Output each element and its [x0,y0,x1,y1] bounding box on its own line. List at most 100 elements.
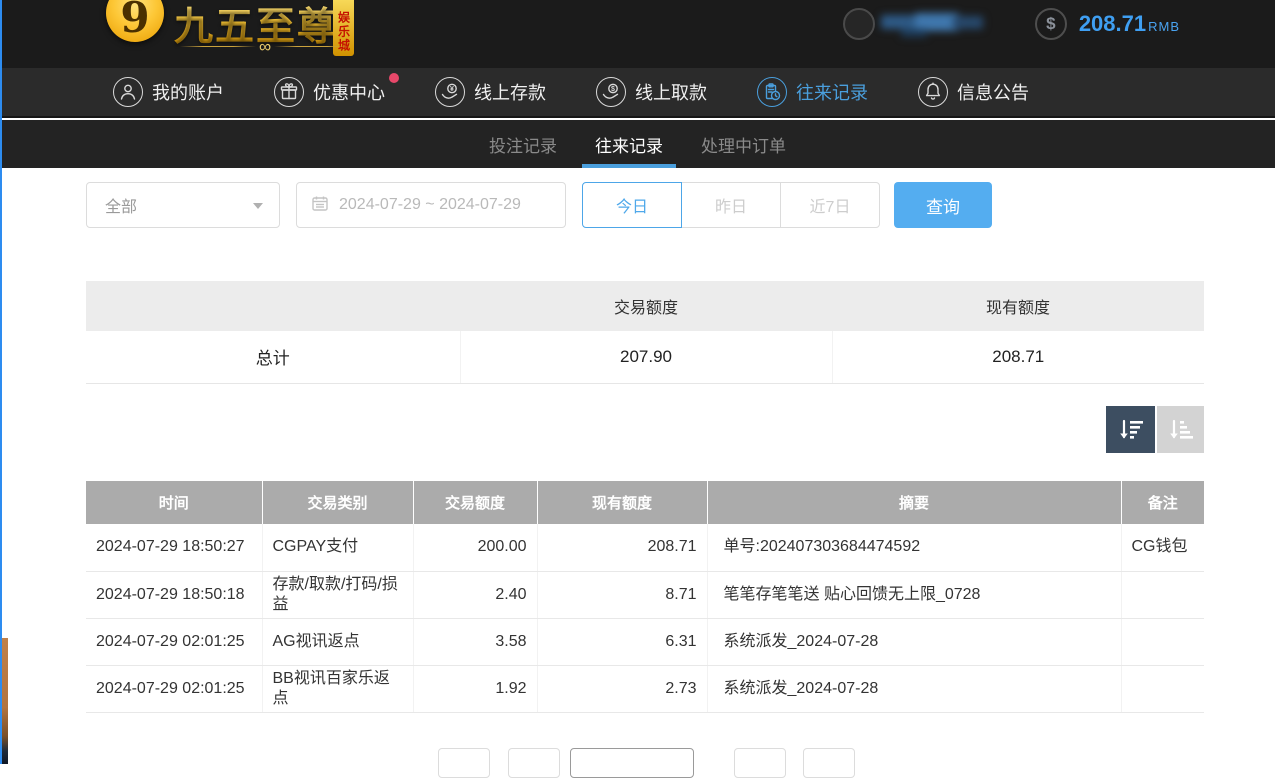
deposit-hand-coin-icon: ¥ [435,77,465,107]
nav-item-online-deposit[interactable]: ¥ 线上存款 [435,77,546,107]
cell-summary: 系统派发_2024-07-28 [707,665,1121,712]
cell-category: 存款/取款/打码/损益 [262,571,413,618]
quick-btn-yesterday[interactable]: 昨日 [681,182,781,228]
notification-dot [389,73,399,83]
calendar-icon [311,194,329,217]
sort-desc-icon [1118,418,1144,442]
cell-category: CGPAY支付 [262,524,413,571]
chevron-down-icon [253,203,263,209]
cell-balance: 2.73 [537,665,707,712]
query-button[interactable]: 查询 [894,182,992,228]
records-clipboard-icon [757,77,787,107]
nav-item-online-withdraw[interactable]: $ 线上取款 [596,77,707,107]
cell-note [1121,665,1204,712]
tab-transaction-records[interactable]: 往来记录 [595,120,663,168]
svg-text:$: $ [611,86,615,93]
nav-label: 信息公告 [957,79,1029,105]
nav-label: 线上取款 [635,79,707,105]
table-row: 2024-07-29 18:50:18 存款/取款/打码/损益 2.40 8.7… [86,571,1204,618]
summary-header-balance: 现有额度 [832,281,1204,331]
cell-category: BB视讯百家乐返点 [262,665,413,712]
subtab-bar: 投注记录 往来记录 处理中订单 [0,120,1275,168]
gift-icon [274,77,304,107]
window-edge-line [0,0,2,764]
nav-label: 往来记录 [796,79,868,105]
nav-item-announcements[interactable]: 信息公告 [918,77,1029,107]
col-summary: 摘要 [707,481,1121,524]
table-row: 2024-07-29 02:01:25 BB视讯百家乐返点 1.92 2.73 … [86,665,1204,712]
cell-amount: 2.40 [413,571,537,618]
cell-summary: 笔笔存笔笔送 贴心回馈无上限_0728 [707,571,1121,618]
quick-btn-last7days[interactable]: 近7日 [780,182,880,228]
type-select[interactable]: 全部 [86,182,280,228]
nav-label: 线上存款 [474,79,546,105]
dollar-icon: $ [1035,8,1067,40]
nav-item-my-account[interactable]: 我的账户 [113,77,224,107]
type-select-value: 全部 [105,193,137,217]
summary-total-label: 总计 [86,331,460,383]
cell-summary: 系统派发_2024-07-28 [707,618,1121,665]
pagination-first-button[interactable] [438,748,490,778]
pagination-page-select[interactable] [570,748,694,778]
pagination-last-button[interactable] [803,748,855,778]
balance-value: 208.71 [1079,11,1146,36]
cell-amount: 3.58 [413,618,537,665]
nav-item-promotions[interactable]: 优惠中心 [274,77,385,107]
cell-note: CG钱包 [1121,524,1204,571]
records-table: 时间 交易类别 交易额度 现有额度 摘要 备注 2024-07-29 18:50… [86,481,1204,713]
cell-time: 2024-07-29 02:01:25 [86,618,262,665]
cell-time: 2024-07-29 18:50:18 [86,571,262,618]
brand-flourish-icon: ∞ [180,36,350,56]
col-time: 时间 [86,481,262,524]
summary-total-row: 总计 207.90 208.71 [86,331,1204,383]
main-nav: 我的账户 优惠中心 ¥ 线上存款 $ 线上取款 往来记录 [0,68,1275,118]
sort-asc-icon [1168,418,1194,442]
nav-item-transaction-records[interactable]: 往来记录 [757,77,868,107]
date-range-input[interactable]: 2024-07-29 ~ 2024-07-29 [296,182,566,228]
cell-amount: 1.92 [413,665,537,712]
cell-balance: 208.71 [537,524,707,571]
username-redacted [881,11,985,37]
brand-emblem-glyph: 9 [120,0,149,42]
date-range-value: 2024-07-29 ~ 2024-07-29 [339,196,521,214]
sort-buttons [1106,406,1204,453]
summary-table: 交易额度 现有额度 总计 207.90 208.71 [86,281,1204,384]
cell-time: 2024-07-29 02:01:25 [86,665,262,712]
summary-total-balance: 208.71 [832,331,1204,383]
balance-area[interactable]: $ 208.71RMB [1035,8,1180,40]
quick-date-group: 今日 昨日 近7日 [582,182,880,228]
table-header-row: 时间 交易类别 交易额度 现有额度 摘要 备注 [86,481,1204,524]
tab-pending-orders[interactable]: 处理中订单 [701,120,786,168]
quick-btn-today[interactable]: 今日 [582,182,682,228]
cell-balance: 6.31 [537,618,707,665]
top-header: 9 九五至尊 娱乐城 ∞ $ 208.71RMB [0,0,1275,68]
cell-category: AG视讯返点 [262,618,413,665]
pagination-next-button[interactable] [734,748,786,778]
withdraw-hand-coin-icon: $ [596,77,626,107]
pagination-prev-button[interactable] [508,748,560,778]
user-area[interactable] [843,8,985,40]
col-category: 交易类别 [262,481,413,524]
tab-bet-records[interactable]: 投注记录 [489,120,557,168]
avatar[interactable] [843,8,875,40]
filter-row: 全部 2024-07-29 ~ 2024-07-29 今日 昨日 近7日 查询 [86,182,992,228]
cell-balance: 8.71 [537,571,707,618]
sort-descending-button[interactable] [1106,406,1155,453]
table-row: 2024-07-29 02:01:25 AG视讯返点 3.58 6.31 系统派… [86,618,1204,665]
svg-text:¥: ¥ [450,86,454,93]
nav-label: 我的账户 [152,79,224,105]
summary-header-empty [86,281,460,331]
col-note: 备注 [1121,481,1204,524]
summary-total-transaction: 207.90 [460,331,832,383]
user-icon [113,77,143,107]
cell-note [1121,618,1204,665]
cell-note [1121,571,1204,618]
nav-label: 优惠中心 [313,79,385,105]
cell-summary: 单号:202407303684474592 [707,524,1121,571]
table-row: 2024-07-29 18:50:27 CGPAY支付 200.00 208.7… [86,524,1204,571]
col-amount: 交易额度 [413,481,537,524]
cell-time: 2024-07-29 18:50:27 [86,524,262,571]
cell-amount: 200.00 [413,524,537,571]
bell-icon [918,77,948,107]
sort-ascending-button[interactable] [1157,406,1204,453]
